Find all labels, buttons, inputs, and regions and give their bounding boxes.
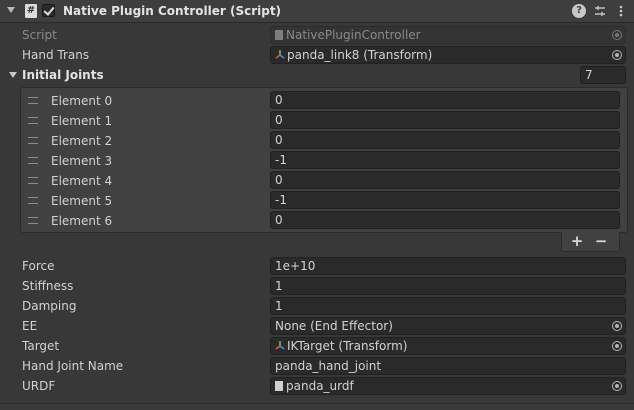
element-label: Element 5 [51,194,113,208]
transform-icon [275,50,285,59]
urdf-field[interactable]: panda_urdf [270,377,626,395]
hand-trans-label: Hand Trans [22,48,90,62]
transform-icon [275,341,285,350]
hand-joint-name-field[interactable]: panda_hand_joint [270,357,626,375]
element-label: Element 0 [51,94,113,108]
element-value-field[interactable]: -1 [270,191,620,209]
element-value-field[interactable]: 0 [270,171,620,189]
element-label: Element 1 [51,114,113,128]
stiffness-label: Stiffness [22,279,74,293]
component-header: # Native Plugin Controller (Script) ? [0,0,634,23]
script-value: NativePluginController [286,28,421,42]
add-element-button[interactable]: + [570,232,584,250]
enabled-checkbox[interactable] [42,4,55,17]
urdf-label: URDF [22,379,56,393]
drag-handle-icon[interactable] [28,137,38,144]
element-label: Element 3 [51,154,113,168]
drag-handle-icon[interactable] [28,117,38,124]
object-picker-icon[interactable] [612,321,622,331]
target-value: IKTarget (Transform) [287,339,408,353]
help-icon[interactable]: ? [572,4,586,18]
remove-element-button[interactable]: − [594,232,608,250]
hand-trans-field[interactable]: panda_link8 (Transform) [270,46,626,64]
element-value-field[interactable]: -1 [270,151,620,169]
presets-icon[interactable] [593,4,607,18]
drag-handle-icon[interactable] [28,157,38,164]
initial-joints-size-field[interactable]: 7 [580,66,626,84]
drag-handle-icon[interactable] [28,217,38,224]
object-picker-icon[interactable] [612,30,622,40]
element-value-field[interactable]: 0 [270,211,620,229]
damping-label: Damping [22,299,77,313]
force-label: Force [22,259,55,273]
object-picker-icon[interactable] [612,341,622,351]
element-label: Element 4 [51,174,113,188]
script-icon: # [25,4,37,18]
initial-joints-foldout-icon[interactable] [9,72,17,78]
text-asset-icon [275,381,283,391]
ee-value: None (End Effector) [275,319,393,333]
object-picker-icon[interactable] [612,50,622,60]
element-value-field[interactable]: 0 [270,111,620,129]
script-field[interactable]: NativePluginController [270,26,626,44]
inspector-footer [0,404,634,410]
element-label: Element 6 [51,214,113,228]
target-field[interactable]: IKTarget (Transform) [270,337,626,355]
initial-joints-label[interactable]: Initial Joints [22,68,104,82]
drag-handle-icon[interactable] [28,97,38,104]
hand-joint-name-label: Hand Joint Name [22,359,124,373]
element-value-field[interactable]: 0 [270,131,620,149]
stiffness-field[interactable]: 1 [270,277,626,295]
ee-label: EE [22,319,38,333]
ee-field[interactable]: None (End Effector) [270,317,626,335]
script-file-icon [275,30,283,40]
target-label: Target [22,339,60,353]
element-value-field[interactable]: 0 [270,91,620,109]
damping-field[interactable]: 1 [270,297,626,315]
foldout-arrow-icon[interactable] [7,7,15,13]
component-title: Native Plugin Controller (Script) [63,4,282,18]
force-field[interactable]: 1e+10 [270,257,626,275]
drag-handle-icon[interactable] [28,197,38,204]
element-label: Element 2 [51,134,113,148]
script-label: Script [22,28,57,42]
object-picker-icon[interactable] [612,381,622,391]
hand-trans-value: panda_link8 (Transform) [287,48,433,62]
menu-icon[interactable] [614,4,628,18]
drag-handle-icon[interactable] [28,177,38,184]
urdf-value: panda_urdf [286,379,354,393]
